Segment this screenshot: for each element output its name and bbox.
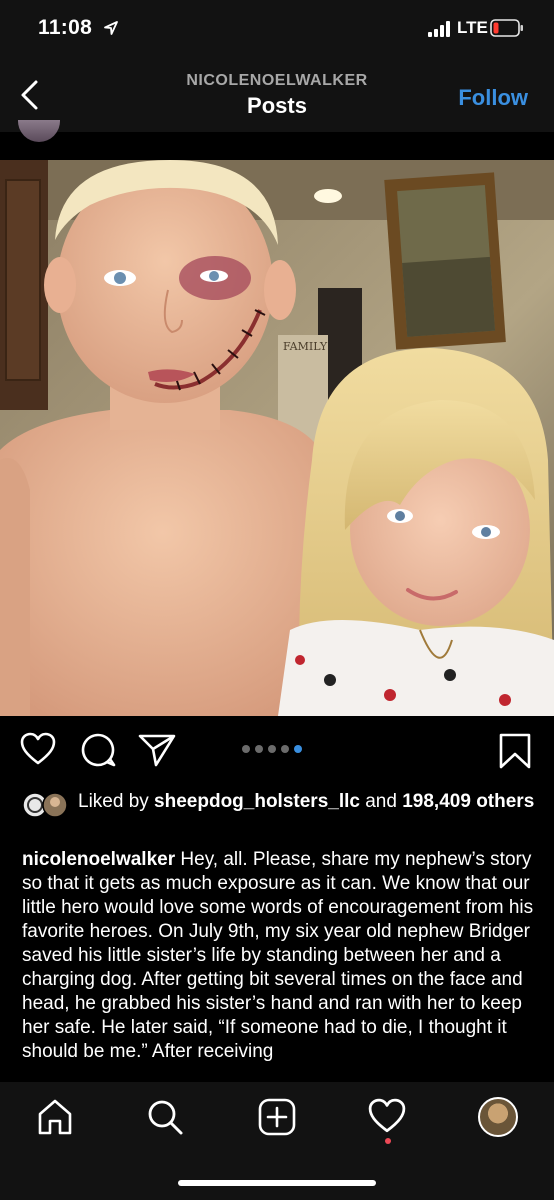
heart-icon[interactable] [20, 732, 56, 766]
likes-others[interactable]: others [476, 791, 534, 812]
carousel-dot [242, 745, 250, 753]
post-photo[interactable]: FAMILY [0, 160, 554, 716]
likes-connector: and [359, 791, 403, 812]
post-actions [0, 716, 554, 784]
liker-avatars[interactable] [22, 792, 68, 818]
caption-username[interactable]: nicolenoelwalker [22, 849, 175, 870]
carousel-dot [294, 745, 302, 753]
carousel-dot [281, 745, 289, 753]
battery-low-icon [490, 19, 523, 37]
signal-bars-icon [428, 21, 450, 37]
svg-text:FAMILY: FAMILY [283, 340, 328, 353]
previous-post-avatar[interactable] [18, 120, 60, 142]
location-arrow-icon [104, 21, 118, 35]
bookmark-icon[interactable] [498, 732, 532, 770]
likes-text[interactable]: Liked by sheepdog_holsters_llc and 198,4… [78, 790, 538, 814]
carousel-indicator [242, 745, 302, 753]
previous-post-edge [0, 120, 554, 160]
home-icon[interactable] [36, 1098, 74, 1136]
follow-button[interactable]: Follow [458, 85, 528, 111]
carousel-dot [255, 745, 263, 753]
plus-square-icon[interactable] [258, 1098, 296, 1136]
liker-username[interactable]: sheepdog_holsters_llc [154, 791, 360, 812]
network-label: LTE [457, 18, 488, 37]
status-time: 11:08 [38, 16, 93, 39]
post-photo-image: FAMILY [0, 160, 554, 716]
likes-count[interactable]: 198,409 [402, 791, 471, 812]
search-icon[interactable] [146, 1098, 184, 1136]
bottom-nav [0, 1082, 554, 1200]
home-indicator [178, 1180, 376, 1186]
paper-plane-icon[interactable] [138, 732, 176, 768]
posts-header: NICOLENOELWALKER Posts Follow [0, 58, 554, 132]
notification-dot [385, 1138, 391, 1144]
profile-avatar[interactable] [478, 1097, 518, 1137]
caption-text: Hey, all. Please, share my nephew’s stor… [22, 849, 534, 1062]
activity-heart-icon[interactable] [368, 1098, 406, 1134]
comment-bubble-icon[interactable] [80, 732, 116, 768]
carousel-dot [268, 745, 276, 753]
post-caption: nicolenoelwalker Hey, all. Please, share… [22, 848, 538, 1082]
status-bar: 11:08 LTE [0, 0, 554, 58]
likes-prefix: Liked by [78, 791, 155, 812]
